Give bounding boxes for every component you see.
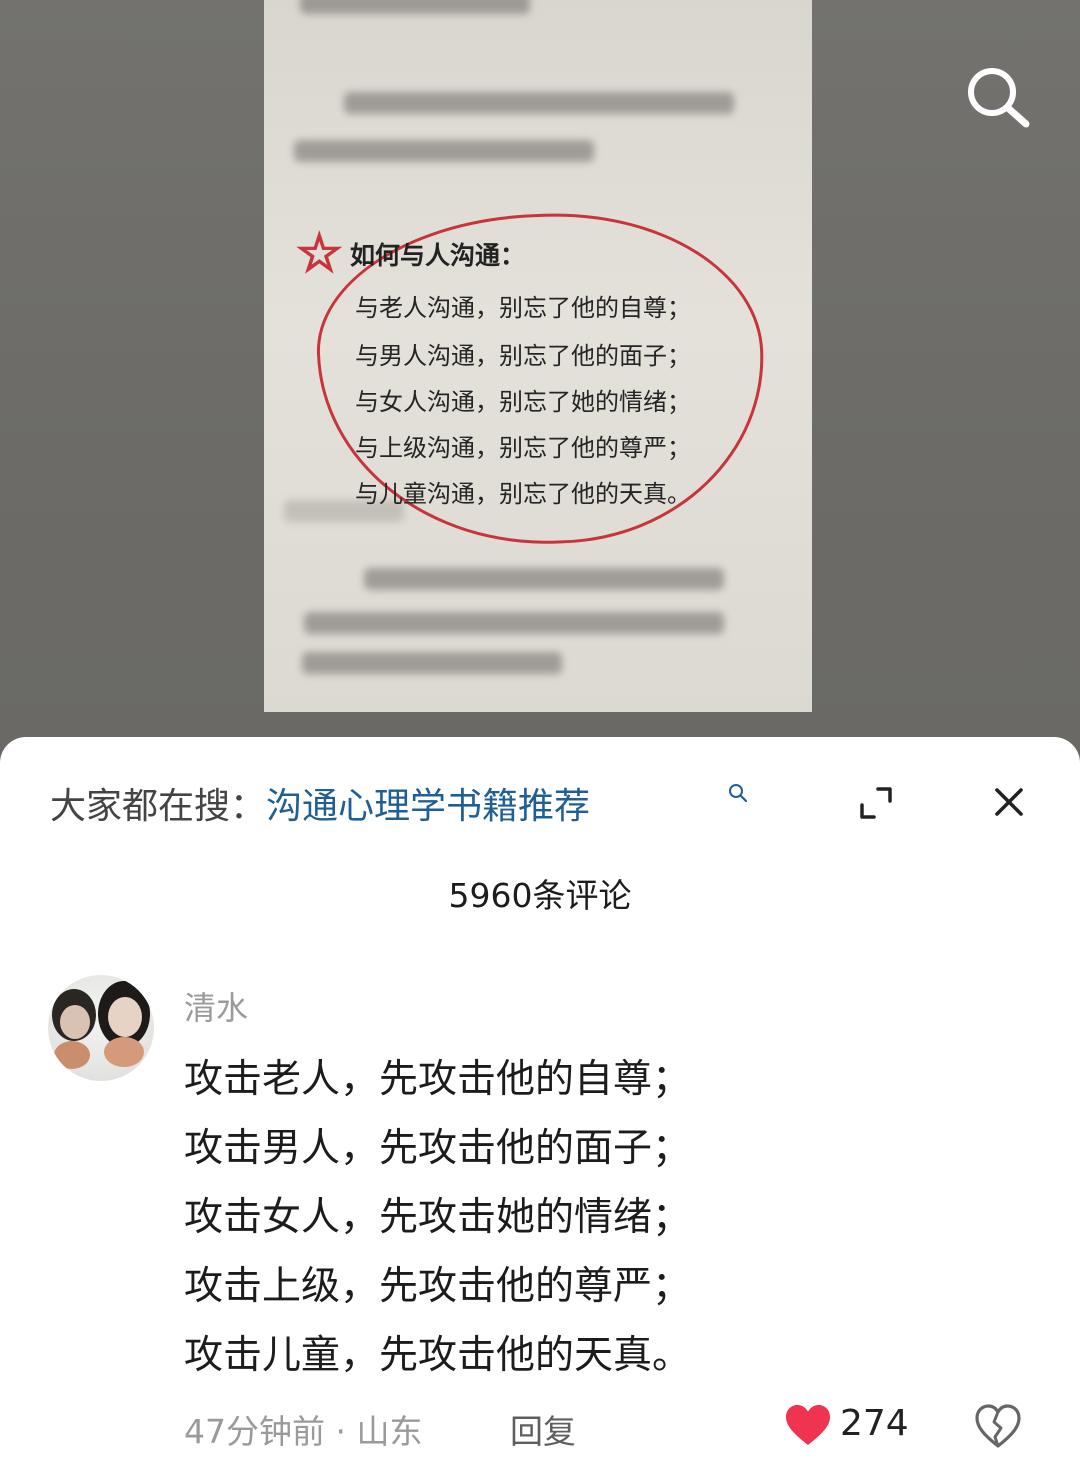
blurred-text: [304, 612, 724, 634]
star-icon: ☆: [295, 224, 344, 284]
book-heading: 如何与人沟通：: [350, 241, 526, 270]
book-line: 与女人沟通，别忘了她的情绪；: [355, 388, 691, 416]
like-count: 274: [840, 1403, 909, 1444]
comment-username[interactable]: 清水: [184, 983, 248, 1029]
comment-meta: 47分钟前 · 山东: [184, 1405, 423, 1453]
comment-line: 攻击上级，先攻击他的尊严；: [184, 1264, 692, 1309]
meta-separator: ·: [335, 1412, 347, 1451]
comment-line: 攻击儿童，先攻击他的天真。: [184, 1333, 692, 1378]
search-icon: [968, 68, 1030, 128]
broken-heart-icon[interactable]: [974, 1403, 1022, 1449]
book-line: 与男人沟通，别忘了他的面子；: [355, 342, 691, 370]
blurred-text: [300, 0, 530, 14]
trending-label: 大家都在搜：: [50, 786, 267, 827]
book-line: 与老人沟通，别忘了他的自尊；: [355, 294, 691, 322]
expand-icon[interactable]: [856, 783, 896, 823]
reply-button[interactable]: 回复: [510, 1405, 576, 1453]
blurred-text: [364, 568, 724, 590]
search-button[interactable]: [962, 62, 1034, 134]
blurred-text: [302, 652, 562, 674]
close-icon[interactable]: [988, 781, 1030, 823]
comment-sheet: 大家都在搜：沟通心理学书籍推荐 5960条评论 清水 攻击老人，先攻击他的自尊；…: [0, 737, 1080, 1481]
comment-location: 山东: [356, 1412, 423, 1451]
book-line: 与上级沟通，别忘了他的尊严；: [355, 434, 691, 462]
comment-count: 5960条评论: [448, 876, 632, 915]
comment-text: 攻击老人，先攻击他的自尊； 攻击男人，先攻击他的面子； 攻击女人，先攻击她的情绪…: [184, 1045, 691, 1390]
heart-icon[interactable]: [784, 1403, 832, 1447]
blurred-text: [294, 140, 594, 162]
trending-search-bar[interactable]: 大家都在搜：沟通心理学书籍推荐: [50, 777, 590, 829]
comment-time: 47分钟前: [184, 1412, 325, 1451]
book-line: 与儿童沟通，别忘了他的天真。: [355, 480, 691, 508]
comment-line: 攻击老人，先攻击他的自尊；: [184, 1057, 692, 1102]
search-icon: [729, 784, 748, 803]
comment-line: 攻击女人，先攻击她的情绪；: [184, 1195, 692, 1240]
trending-search-link[interactable]: 沟通心理学书籍推荐: [266, 786, 590, 827]
video-area[interactable]: ☆ 如何与人沟通： 与老人沟通，别忘了他的自尊； 与男人沟通，别忘了他的面子； …: [0, 0, 1080, 760]
comment-line: 攻击男人，先攻击他的面子；: [184, 1126, 692, 1171]
blurred-text: [344, 92, 734, 114]
avatar[interactable]: [48, 975, 154, 1081]
